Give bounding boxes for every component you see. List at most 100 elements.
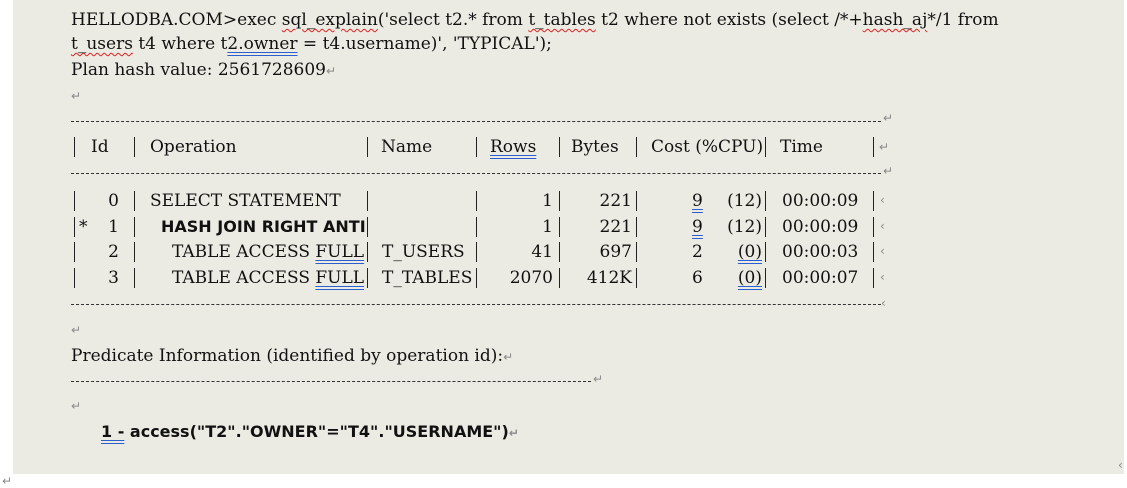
plan-id: 1 (108, 217, 119, 237)
column-separator (476, 242, 477, 262)
plan-operation-text: TABLE ACCESS (172, 268, 316, 288)
column-separator (476, 191, 477, 211)
sql-prompt: HELLODBA.COM> (71, 10, 238, 30)
plan-rows: 1 (542, 191, 553, 211)
plan-time: 00:00:09 (782, 217, 859, 237)
column-separator (476, 268, 477, 288)
column-separator (636, 137, 637, 157)
column-separator (367, 268, 368, 288)
predicate-text: access("T2"."OWNER"="T4"."USERNAME") (124, 422, 509, 441)
paragraph-mark-icon: ↵ (71, 323, 82, 337)
column-separator (636, 268, 637, 288)
empty-paragraph: ↵ (71, 84, 81, 107)
table-rule-bottom (71, 304, 881, 305)
plan-operation: TABLE ACCESS FULL (172, 241, 364, 263)
column-separator (367, 191, 368, 211)
paragraph-mark-icon: ↵ (879, 140, 890, 154)
plan-operation-text: TABLE ACCESS (172, 242, 316, 262)
plan-rows: 1 (542, 217, 553, 237)
sql-text: exec (237, 10, 282, 30)
paragraph-mark-icon: ↵ (71, 89, 82, 103)
table-rule-header (71, 173, 881, 174)
plan-object-name: T_USERS (382, 242, 465, 262)
empty-paragraph: ↵ (71, 394, 81, 417)
column-separator (74, 268, 75, 288)
plan-hash-line: Plan hash value: 2561728609↵ (71, 59, 336, 82)
document-page: HELLODBA.COM>exec sql_explain('select t2… (13, 0, 1124, 474)
predicate-title: Predicate Information (identified by ope… (71, 346, 504, 366)
plan-bytes: 221 (599, 217, 632, 237)
column-separator (559, 217, 560, 237)
plan-cpu: (12) (727, 217, 762, 237)
plan-cost: 9 (692, 217, 703, 237)
sql-text: = t4.username)', 'TYPICAL'); (297, 34, 552, 54)
plan-id: 0 (108, 191, 119, 211)
column-separator (367, 217, 368, 237)
paragraph-mark-icon: ↵ (883, 164, 894, 178)
column-separator (134, 137, 135, 157)
plan-cpu: (0) (737, 242, 762, 262)
plan-time: 00:00:09 (782, 191, 859, 211)
plan-object-name: T_TABLES (382, 268, 473, 288)
plan-operation-option: FULL (315, 242, 365, 262)
column-separator (134, 268, 135, 288)
sql-procedure-name: sql_explain (281, 10, 378, 30)
header-time: Time (780, 137, 823, 157)
column-separator (873, 137, 874, 157)
column-separator (74, 137, 75, 157)
plan-cost: 6 (692, 268, 703, 288)
plan-id: 3 (108, 268, 119, 288)
plan-bytes: 221 (599, 191, 632, 211)
sql-column-ref: 2.owner (227, 34, 298, 54)
plan-operation: HASH JOIN RIGHT ANTI (161, 217, 366, 236)
sql-text: ('select t2.* from (377, 10, 529, 30)
column-separator (367, 137, 368, 157)
column-separator (636, 217, 637, 237)
plan-time: 00:00:07 (782, 268, 859, 288)
plan-flag: * (79, 217, 88, 237)
cell-end-mark-icon: ‹ (881, 296, 886, 310)
sql-command-line-2: t_users t4 where t2.owner = t4.username)… (71, 33, 552, 55)
column-separator (367, 242, 368, 262)
column-separator (765, 191, 766, 211)
plan-bytes: 412K (586, 268, 632, 288)
plan-id: 2 (108, 242, 119, 262)
empty-paragraph: ↵ (71, 318, 81, 341)
table-rule-top (71, 121, 881, 122)
column-separator (765, 268, 766, 288)
cell-end-mark-icon: ‹ (880, 219, 885, 233)
column-separator (873, 242, 874, 262)
column-separator (765, 217, 766, 237)
plan-hash-value: Plan hash value: 2561728609 (71, 60, 326, 80)
column-separator (765, 242, 766, 262)
paragraph-mark-icon: ↵ (326, 64, 337, 78)
predicate-rule (71, 381, 591, 382)
paragraph-mark-icon: ↵ (508, 426, 519, 440)
predicate-id: 1 - (101, 422, 125, 441)
plan-bytes: 697 (599, 242, 632, 262)
sql-text: t2 where not exists (select /*+ (595, 10, 863, 30)
column-separator (559, 191, 560, 211)
sql-table-name: t_tables (528, 10, 596, 30)
column-separator (134, 242, 135, 262)
header-operation: Operation (150, 137, 237, 157)
sql-hint: hash_aj (862, 10, 928, 30)
plan-cpu: (0) (737, 268, 762, 288)
plan-cost: 9 (692, 191, 703, 211)
column-separator (636, 191, 637, 211)
column-separator (873, 191, 874, 211)
plan-operation-option: FULL (315, 268, 365, 288)
column-separator (873, 268, 874, 288)
sql-command-line-1: HELLODBA.COM>exec sql_explain('select t2… (71, 9, 999, 31)
predicate-title-line: Predicate Information (identified by ope… (71, 345, 513, 368)
column-separator (74, 217, 75, 237)
plan-cpu: (12) (727, 191, 762, 211)
header-name: Name (381, 137, 433, 157)
column-separator (559, 242, 560, 262)
column-separator (134, 217, 135, 237)
plan-rows: 41 (531, 242, 553, 262)
column-separator (134, 191, 135, 211)
header-rows: Rows (490, 137, 537, 157)
sql-table-name: t_users (71, 34, 133, 54)
column-separator (476, 217, 477, 237)
